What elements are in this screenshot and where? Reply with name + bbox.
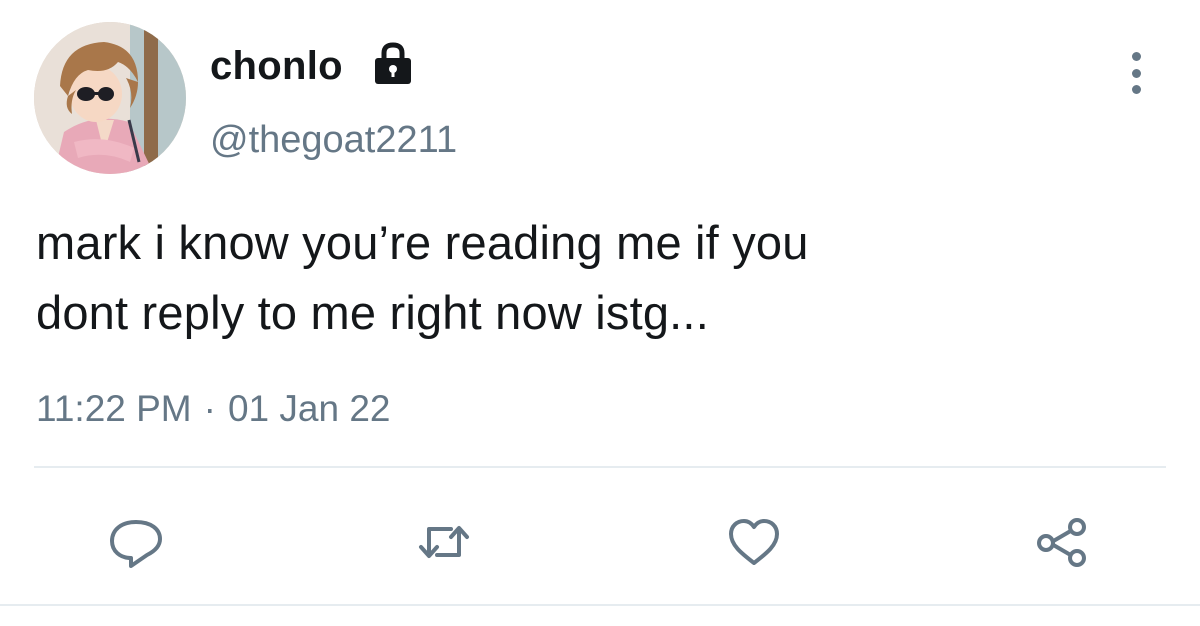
more-options-dot — [1131, 85, 1141, 94]
avatar-image — [34, 22, 186, 174]
timestamp-separator: · — [203, 388, 216, 429]
heart-icon — [729, 519, 779, 565]
share-icon — [1037, 518, 1086, 567]
tweet-time: 11:22 PM — [36, 388, 192, 429]
retweet-button[interactable] — [412, 510, 476, 574]
user-handle[interactable]: @thegoat2211 — [210, 117, 457, 163]
more-options-icon — [1131, 52, 1141, 61]
divider-bottom — [0, 604, 1200, 606]
reply-button[interactable] — [104, 510, 168, 574]
more-options-dot — [1131, 68, 1141, 78]
tweet-text-line: mark i know you’re reading me if you — [36, 216, 809, 269]
tweet-card: chonlo @thegoat2211 mark i know you’re r… — [0, 0, 1200, 626]
display-name[interactable]: chonlo — [210, 42, 343, 90]
retweet-icon — [419, 526, 469, 558]
like-button[interactable] — [722, 510, 786, 574]
avatar[interactable] — [34, 22, 186, 174]
tweet-text: mark i know you’re reading me if you don… — [36, 208, 1166, 348]
tweet-text-line: dont reply to me right now istg... — [36, 286, 709, 339]
tweet-date: 01 Jan 22 — [227, 388, 391, 429]
lock-icon — [375, 42, 411, 84]
tweet-timestamp[interactable]: 11:22 PM · 01 Jan 22 — [36, 386, 390, 432]
reply-icon — [110, 520, 162, 568]
more-options-button[interactable] — [1114, 48, 1158, 98]
divider — [34, 466, 1166, 468]
share-button[interactable] — [1030, 510, 1094, 574]
